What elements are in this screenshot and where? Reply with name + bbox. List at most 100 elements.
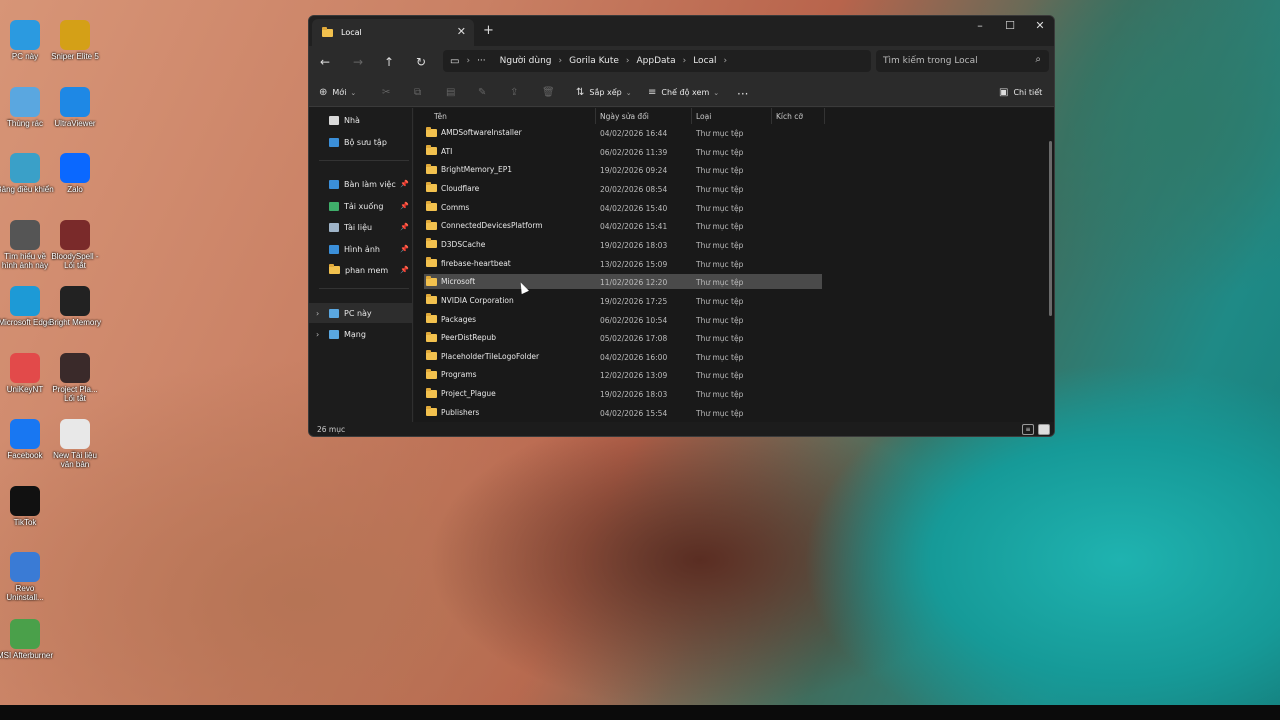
pin-icon[interactable]: 📌 <box>400 180 409 188</box>
file-name-cell: firebase-heartbeat <box>426 257 511 268</box>
desktop-shortcut[interactable]: BloodySpell - Lối tắt <box>46 219 104 270</box>
share-button[interactable]: ⇪ <box>510 87 523 98</box>
maximize-icon[interactable]: ☐ <box>995 19 1025 32</box>
table-row[interactable]: Cloudflare 20/02/2026 08:54 Thư mục tệp <box>424 181 822 196</box>
sidebar-item-this-pc[interactable]: › PC này <box>309 303 412 323</box>
table-row[interactable]: PlaceholderTileLogoFolder 04/02/2026 16:0… <box>424 349 822 364</box>
desktop-shortcut[interactable]: Zalo <box>46 153 104 194</box>
desktop-shortcut[interactable]: UltraViewer <box>46 86 104 128</box>
file-name: Comms <box>441 202 470 212</box>
desktop-shortcut[interactable]: TikTok <box>0 485 54 527</box>
file-date: 04/02/2026 16:44 <box>600 129 668 138</box>
file-name: BrightMemory_EP1 <box>441 165 513 175</box>
chevron-right-icon[interactable]: › <box>724 56 728 66</box>
sidebar-item-network[interactable]: › Mạng <box>309 324 412 344</box>
breadcrumb-item[interactable]: Gorila Kute <box>569 56 619 66</box>
desktop-shortcut[interactable]: MSI Afterburner <box>0 618 54 660</box>
desktop-shortcut[interactable]: Sniper Elite 5 <box>46 20 104 61</box>
column-header-size[interactable]: Kích cỡ <box>772 108 825 124</box>
breadcrumb-item[interactable]: Người dùng <box>500 56 552 66</box>
file-name-cell: Publishers <box>426 406 479 417</box>
sidebar-item-home[interactable]: Nhà <box>309 110 412 130</box>
minimize-icon[interactable]: – <box>965 19 995 32</box>
table-row[interactable]: Comms 04/02/2026 15:40 Thư mục tệp <box>424 200 822 215</box>
folder-icon <box>426 257 437 268</box>
sidebar-item-gallery[interactable]: Bộ sưu tập <box>309 132 412 152</box>
folder-icon <box>426 163 437 174</box>
close-window-icon[interactable]: ✕ <box>1025 19 1054 32</box>
table-row[interactable]: ConnectedDevicesPlatform 04/02/2026 15:41… <box>424 218 822 233</box>
column-header-type[interactable]: Loại <box>692 108 772 124</box>
cut-button[interactable]: ✂ <box>382 87 395 98</box>
table-row[interactable]: PeerDistRepub 05/02/2026 17:08 Thư mục tệp <box>424 330 822 345</box>
details-view-icon[interactable]: ≡ <box>1022 424 1034 435</box>
file-name: PeerDistRepub <box>441 333 497 343</box>
pin-icon[interactable]: 📌 <box>400 223 409 231</box>
tiles-view-icon[interactable] <box>1038 424 1050 435</box>
file-type: Thư mục tệp <box>696 166 744 176</box>
scissors-icon: ✂ <box>382 87 391 98</box>
paste-icon: ▤ <box>446 87 456 98</box>
file-type: Thư mục tệp <box>696 408 744 418</box>
pin-icon[interactable]: 📌 <box>400 266 409 274</box>
forward-icon[interactable]: → <box>348 55 368 69</box>
sidebar-item-downloads[interactable]: Tải xuống 📌 <box>309 196 412 216</box>
close-tab-icon[interactable]: ✕ <box>457 25 466 38</box>
control-panel-icon <box>10 153 40 183</box>
details-pane-icon: ▣ <box>999 87 1009 98</box>
new-button[interactable]: ⊕ Mới ⌄ <box>319 87 356 98</box>
file-type: Thư mục tệp <box>696 315 744 325</box>
table-row[interactable]: firebase-heartbeat 13/02/2026 15:09 Thư mụ… <box>424 256 822 271</box>
download-icon <box>329 201 339 211</box>
copy-button[interactable]: ⧉ <box>414 87 426 98</box>
delete-button[interactable]: 🗑 <box>542 87 560 98</box>
tab-local[interactable]: Local ✕ <box>312 19 474 46</box>
desktop-shortcut[interactable]: New Tài liệu văn bản <box>46 419 104 469</box>
sidebar-item-phan-mem[interactable]: phan mem 📌 <box>309 260 412 280</box>
sidebar-item-pictures[interactable]: Hình ảnh 📌 <box>309 239 412 259</box>
plus-circle-icon: ⊕ <box>319 87 328 98</box>
desktop-shortcut[interactable]: Project Pla... Lối tắt <box>46 352 104 403</box>
divider <box>319 288 409 289</box>
gallery-icon <box>329 137 339 147</box>
table-row[interactable]: Packages 06/02/2026 10:54 Thư mục tệp <box>424 312 822 327</box>
table-row[interactable]: ATI 06/02/2026 11:39 Thư mục tệp <box>424 144 822 159</box>
table-row[interactable]: Programs 12/02/2026 13:09 Thư mục tệp <box>424 367 822 382</box>
breadcrumb-item[interactable]: Local <box>693 56 716 66</box>
refresh-icon[interactable]: ↻ <box>411 55 431 69</box>
column-header-date[interactable]: Ngày sửa đổi <box>596 108 692 124</box>
up-icon[interactable]: ↑ <box>379 55 399 69</box>
sort-button[interactable]: ⇅ Sắp xếp ⌄ <box>576 87 632 98</box>
address-bar[interactable]: ▭ › ··· Người dùng › Gorila Kute › AppDa… <box>443 50 871 72</box>
sidebar-item-label: Bộ sưu tập <box>344 137 387 147</box>
chevron-right-icon[interactable]: › <box>316 309 319 318</box>
table-row[interactable]: D3DSCache 19/02/2026 18:03 Thư mục tệp <box>424 237 822 252</box>
desktop-shortcut[interactable]: Revo Uninstall... <box>0 552 54 602</box>
table-row[interactable]: AMDSoftwareInstaller 04/02/2026 16:44 Thư … <box>424 125 822 140</box>
desktop-shortcut[interactable]: Bright Memory <box>46 286 104 327</box>
document-icon <box>329 222 339 232</box>
details-button[interactable]: ▣ Chi tiết <box>999 87 1042 98</box>
table-row[interactable]: Publishers 04/02/2026 15:54 Thư mục tệp <box>424 405 822 420</box>
back-icon[interactable]: ← <box>315 55 335 69</box>
sidebar-item-documents[interactable]: Tài liệu 📌 <box>309 217 412 237</box>
table-row[interactable]: Microsoft 11/02/2026 12:20 Thư mục tệp <box>424 274 822 290</box>
table-row[interactable]: NVIDIA Corporation 19/02/2026 17:25 Thư mụ… <box>424 293 822 308</box>
more-path-icon[interactable]: ··· <box>477 56 486 66</box>
more-options-button[interactable]: ··· <box>737 87 753 101</box>
table-row[interactable]: BrightMemory_EP1 19/02/2026 09:24 Thư mục … <box>424 162 822 177</box>
rename-button[interactable]: ✎ <box>478 87 491 98</box>
vertical-scrollbar[interactable] <box>1049 141 1052 316</box>
search-input[interactable]: Tìm kiếm trong Local ⌕ <box>876 50 1049 72</box>
new-tab-icon[interactable]: + <box>483 23 494 38</box>
column-header-name[interactable]: Tên <box>430 108 596 124</box>
table-row[interactable]: Project_Plague 19/02/2026 18:03 Thư mục tệ… <box>424 386 822 401</box>
pin-icon[interactable]: 📌 <box>400 245 409 253</box>
chevron-right-icon[interactable]: › <box>316 330 319 339</box>
breadcrumb-item[interactable]: AppData <box>637 56 676 66</box>
view-button[interactable]: ≡ Chế độ xem ⌄ <box>648 87 719 98</box>
sidebar-item-desktop[interactable]: Bàn làm việc 📌 <box>309 174 412 194</box>
file-name: NVIDIA Corporation <box>441 295 514 305</box>
pin-icon[interactable]: 📌 <box>400 202 409 210</box>
paste-button[interactable]: ▤ <box>446 87 460 98</box>
